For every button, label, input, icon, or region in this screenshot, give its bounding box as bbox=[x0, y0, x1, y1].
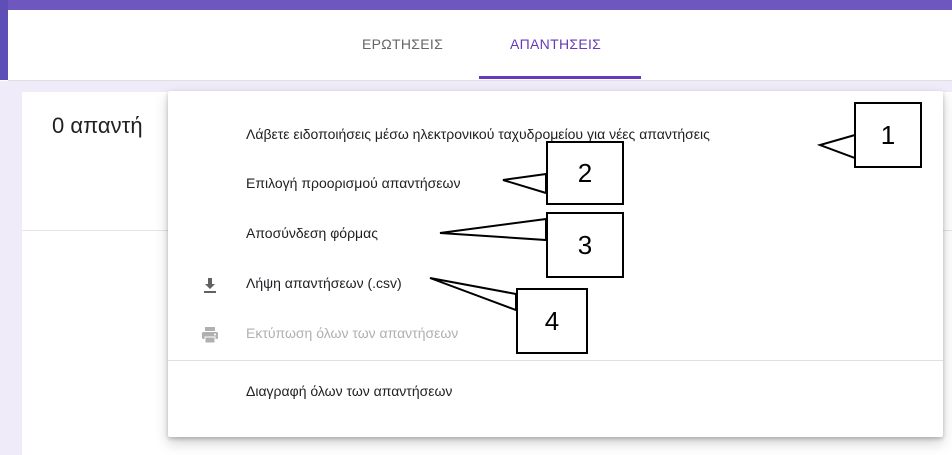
menu-item-label: Λήψη απαντήσεων (.csv) bbox=[246, 275, 402, 291]
callout-2: 2 bbox=[546, 141, 624, 205]
responses-count: 0 απαντή bbox=[52, 113, 143, 138]
callout-4: 4 bbox=[516, 288, 588, 354]
callout-1: 1 bbox=[854, 102, 922, 168]
menu-divider bbox=[168, 360, 943, 361]
menu-item-delete-all[interactable]: Διαγραφή όλων των απαντήσεων bbox=[168, 373, 943, 413]
forms-editor: ΕΡΩΤΗΣΕΙΣ ΑΠΑΝΤΗΣΕΙΣ 0 απαντή Λάβετε ειδ… bbox=[0, 0, 952, 455]
print-icon bbox=[200, 325, 220, 345]
left-accent-bar bbox=[0, 0, 8, 80]
menu-item-label: Διαγραφή όλων των απαντήσεων bbox=[246, 383, 453, 399]
menu-item-label: Αποσύνδεση φόρμας bbox=[246, 225, 378, 241]
tab-header bbox=[8, 10, 952, 81]
callout-3: 3 bbox=[546, 212, 624, 278]
menu-item-label: Επιλογή προορισμού απαντήσεων bbox=[246, 175, 461, 191]
tab-responses[interactable]: ΑΠΑΝΤΗΣΕΙΣ bbox=[510, 36, 601, 52]
menu-item-label: Εκτύπωση όλων των απαντήσεων bbox=[246, 325, 459, 341]
active-tab-indicator bbox=[479, 76, 641, 79]
top-accent-bar bbox=[0, 0, 952, 10]
menu-item-label: Λάβετε ειδοποιήσεις μέσω ηλεκτρονικού τα… bbox=[246, 126, 710, 142]
download-icon bbox=[200, 275, 220, 295]
tab-questions[interactable]: ΕΡΩΤΗΣΕΙΣ bbox=[362, 36, 443, 52]
